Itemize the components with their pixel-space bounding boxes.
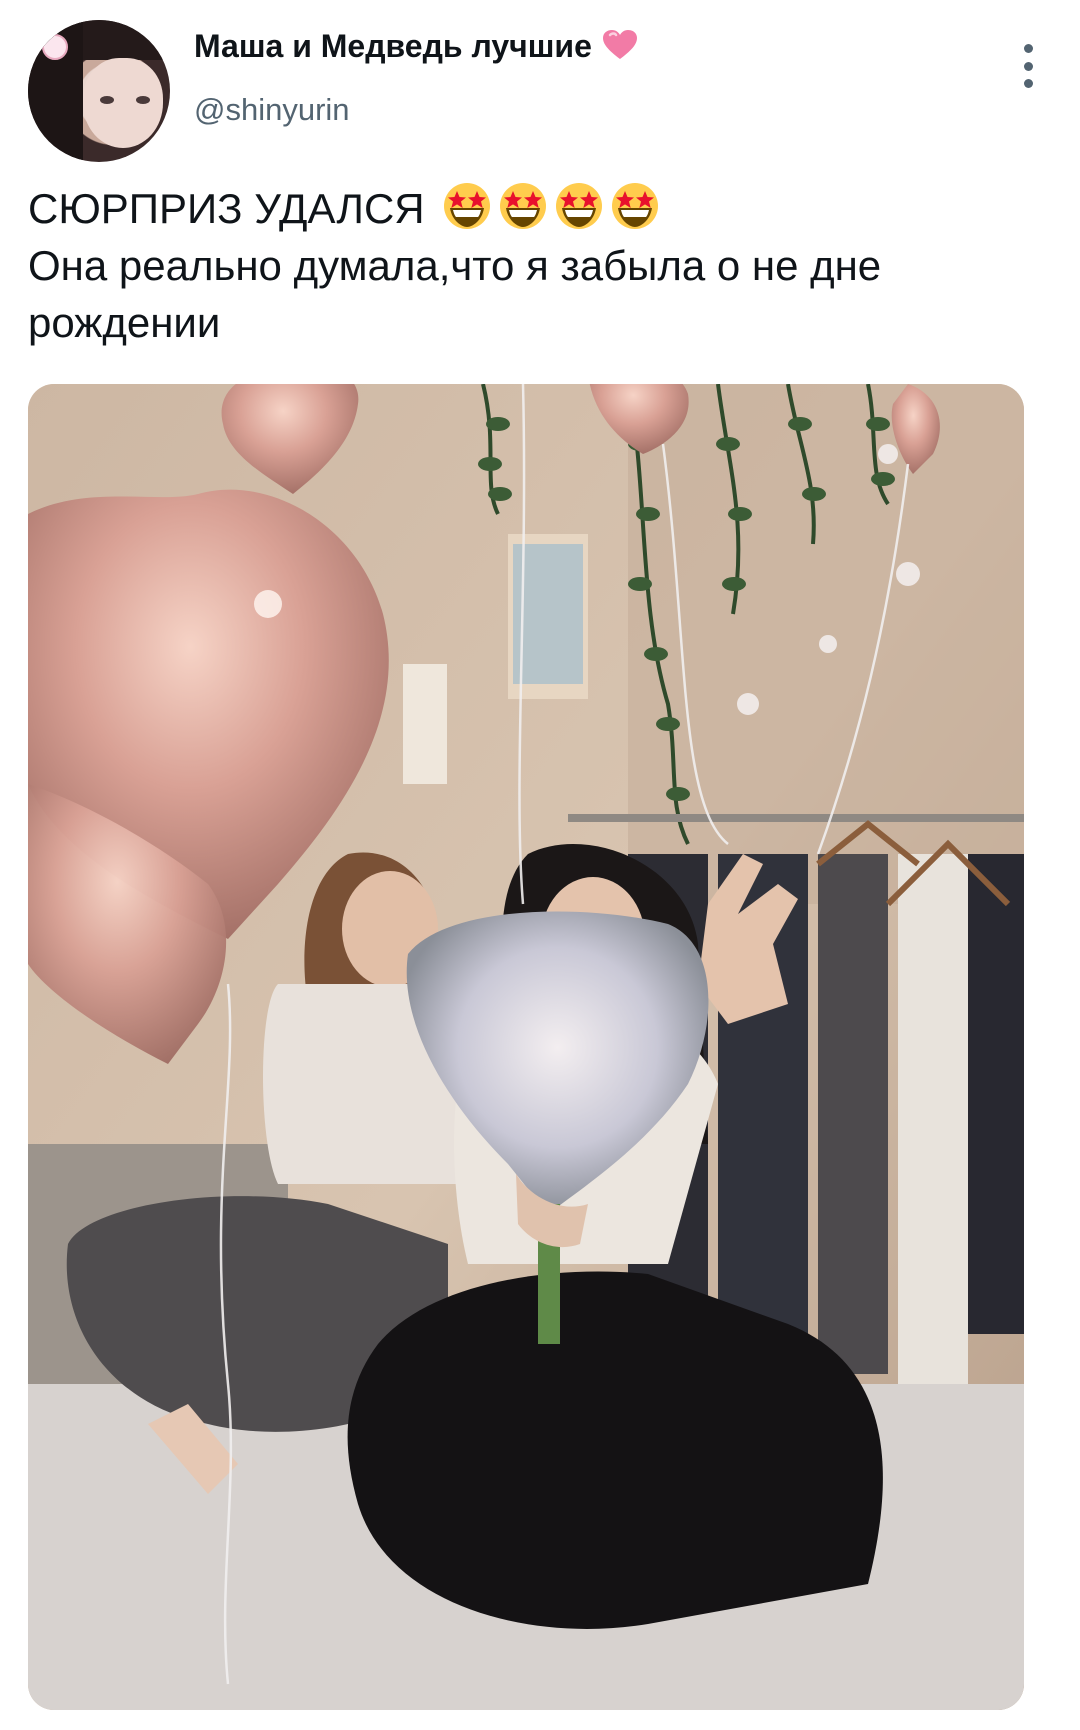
clothing-rack bbox=[568, 814, 1024, 822]
dot-icon bbox=[1023, 61, 1033, 71]
photo-scene bbox=[28, 384, 1024, 1710]
star-struck-emoji bbox=[612, 183, 659, 229]
more-options-button[interactable] bbox=[1016, 44, 1040, 88]
tweet-text-line-2: Она реально думала,что я забыла о не дне… bbox=[28, 242, 882, 346]
tweet-headline: СЮРПРИЗ УДАЛСЯ bbox=[28, 185, 425, 232]
author-display-name[interactable]: Маша и Медведь лучшие bbox=[194, 28, 638, 65]
star-struck-emoji bbox=[500, 183, 547, 229]
tweet-text: СЮРПРИЗ УДАЛСЯ Она реально думала,что я … bbox=[28, 180, 1028, 351]
tweet-text-line-1: СЮРПРИЗ УДАЛСЯ bbox=[28, 180, 1028, 237]
star-struck-emoji bbox=[556, 183, 603, 229]
emoji-row bbox=[436, 183, 660, 232]
author-handle[interactable]: @shinyurin bbox=[194, 92, 350, 128]
tweet-page: Маша и Медведь лучшие @shinyurin СЮРПРИЗ… bbox=[0, 0, 1080, 1730]
dot-icon bbox=[1023, 44, 1033, 53]
star-struck-emoji bbox=[444, 183, 491, 229]
pink-heart-icon bbox=[602, 30, 637, 59]
bunny-sticker-icon bbox=[42, 34, 68, 60]
dot-icon bbox=[1023, 79, 1033, 88]
tweet-photo[interactable] bbox=[28, 384, 1024, 1710]
avatar[interactable] bbox=[28, 20, 170, 162]
display-name-text: Маша и Медведь лучшие bbox=[194, 28, 592, 64]
tweet-header: Маша и Медведь лучшие @shinyurin bbox=[0, 0, 1080, 162]
